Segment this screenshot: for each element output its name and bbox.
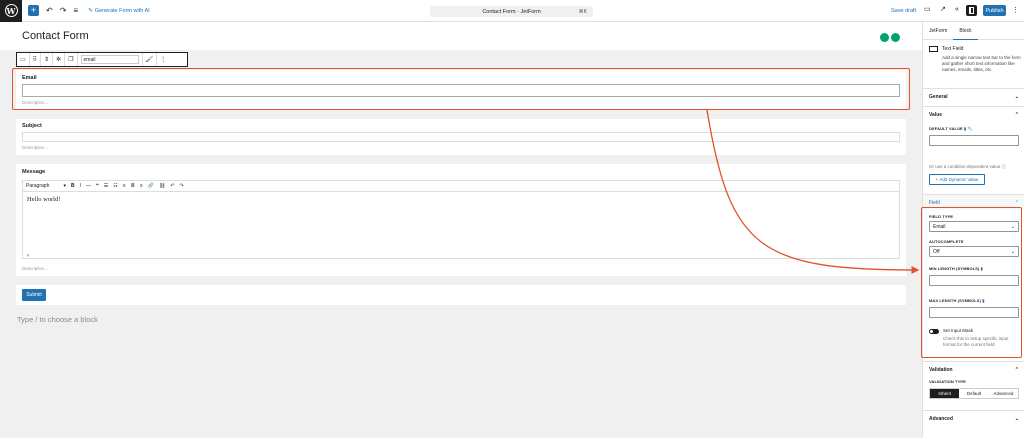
validation-type-segmented: Inherit Default Advanced [929, 388, 1019, 399]
numbered-list-icon[interactable]: ☷ [113, 183, 117, 189]
panel-value[interactable]: Value ⌃ [923, 106, 1024, 122]
email-highlight-box [12, 68, 910, 110]
undo-icon[interactable]: ↶ [46, 6, 53, 15]
document-title-bar[interactable]: Contact Form · JetForm ⌘K [430, 6, 593, 17]
panel-general[interactable]: General ⌄ [923, 88, 1024, 104]
save-draft-button[interactable]: Save draft [891, 8, 916, 14]
default-value-input[interactable] [929, 135, 1019, 146]
bullet-list-icon[interactable]: ☰ [104, 183, 108, 189]
block-toolbar: ▭ ⠿ ⇕ ✲ ❐ email 🖌 ⋮ [16, 52, 188, 67]
settings-toggle-button[interactable] [966, 5, 977, 16]
subject-description[interactable]: Description... [22, 145, 48, 150]
bold-icon[interactable]: B [71, 183, 75, 189]
move-updown-icon[interactable]: ⇕ [41, 53, 54, 66]
help-icon[interactable]: ⓘ [1002, 164, 1007, 169]
undo-editor-icon[interactable]: ↶ [170, 183, 174, 189]
page-header: Contact Form [0, 22, 922, 50]
chevron-up-icon: ⌃ [1014, 199, 1019, 206]
panel-advanced[interactable]: Advanced ⌄ [923, 410, 1024, 426]
publish-button[interactable]: Publish [983, 5, 1006, 16]
validation-inherit[interactable]: Inherit [930, 389, 960, 398]
block-description: Add a single narrow text bar to the form… [942, 55, 1021, 72]
drag-handle-icon[interactable]: ⠿ [30, 53, 42, 66]
unlink-icon[interactable]: ⛓ [159, 183, 165, 189]
block-type-icon[interactable]: ▭ [17, 53, 30, 66]
generate-form-ai-button[interactable]: ✎ Generate Form with AI [88, 8, 150, 14]
editor-status-path: p [27, 252, 30, 257]
jetform-icon[interactable] [891, 33, 900, 42]
toolbar-more-icon[interactable]: ⋮ [157, 53, 169, 66]
align-left-icon[interactable]: ≡ [123, 183, 126, 189]
message-description[interactable]: Description... [22, 266, 48, 271]
location-icon[interactable] [880, 33, 889, 42]
top-toolbar: W + ↶ ↷ ≡ ✎ Generate Form with AI Contac… [0, 0, 1024, 22]
quote-icon[interactable]: ❝ [96, 183, 99, 189]
tab-jetform[interactable]: JetForm [923, 22, 953, 40]
tab-block[interactable]: Block [953, 22, 978, 40]
message-editor-area[interactable]: Hello world! p [22, 191, 900, 259]
italic-icon[interactable]: I [80, 183, 81, 189]
rich-text-toolbar: Paragraph ▾ B I — ❝ ☰ ☷ ≡ ≣ ≡ 🔗 ⛓ ↶ ↷ [22, 180, 900, 191]
validation-advanced[interactable]: Advanced [989, 389, 1018, 398]
subject-field-block[interactable]: Subject Description... [16, 119, 906, 155]
block-title: Text Field [942, 46, 964, 52]
sidebar-tabs: JetForm Block [923, 22, 1024, 40]
double-chevron-icon[interactable]: « [955, 6, 959, 13]
chevron-down-icon: ⌄ [1014, 415, 1019, 422]
validation-default[interactable]: Default [959, 389, 988, 398]
submit-button[interactable]: Submit [22, 289, 46, 301]
field-name-input[interactable]: email [80, 55, 139, 64]
command-shortcut: ⌘K [578, 8, 587, 15]
chevron-up-icon: ⌃ [1014, 366, 1019, 373]
generate-form-ai-label: Generate Form with AI [94, 7, 150, 14]
header-status-icons [880, 33, 900, 42]
document-title: Contact Form · JetForm [482, 8, 541, 15]
redo-editor-icon[interactable]: ↷ [180, 183, 184, 189]
external-link-icon[interactable]: ↗ [940, 6, 946, 13]
settings-gear-icon[interactable]: ✲ [53, 53, 66, 66]
message-content[interactable]: Hello world! [27, 196, 60, 203]
redo-icon[interactable]: ↷ [60, 6, 67, 15]
page-title[interactable]: Contact Form [22, 30, 89, 42]
message-field-block[interactable]: Message Paragraph ▾ B I — ❝ ☰ ☷ ≡ ≣ ≡ 🔗 ⛓… [16, 164, 906, 276]
subject-label: Subject [22, 123, 42, 129]
text-field-icon [929, 46, 938, 52]
copy-icon[interactable]: ❐ [65, 53, 78, 66]
view-icon[interactable]: ▭ [924, 6, 931, 13]
strikethrough-icon[interactable]: — [86, 183, 91, 189]
link-icon[interactable]: 🔗 [148, 183, 154, 189]
brush-icon[interactable]: 🖌 [141, 53, 158, 66]
wrench-icon[interactable]: 🔧 [968, 126, 973, 131]
wand-icon: ✎ [88, 7, 93, 14]
default-value-label: DEFAULT VALUE ▮ 🔧 [929, 126, 973, 131]
add-block-button[interactable]: + [28, 5, 39, 16]
database-icon[interactable]: ▮ [964, 126, 966, 131]
condition-hint: Or use a condition-dependent value ⓘ [929, 164, 1007, 169]
add-dynamic-value-button[interactable]: + Add Dynamic Value [929, 174, 985, 185]
align-right-icon[interactable]: ≡ [140, 183, 143, 189]
submit-block: Submit [16, 285, 906, 305]
chevron-up-icon: ⌃ [1014, 111, 1019, 118]
message-label: Message [22, 169, 46, 175]
paragraph-dropdown[interactable]: Paragraph ▾ [26, 183, 66, 189]
validation-type-label: VALIDATION TYPE [929, 379, 966, 384]
list-view-icon[interactable]: ≡ [73, 6, 78, 15]
chevron-down-icon: ⌄ [1014, 93, 1019, 100]
align-center-icon[interactable]: ≣ [131, 183, 135, 189]
panel-validation[interactable]: Validation ⌃ [923, 361, 1024, 377]
block-inserter-placeholder[interactable]: Type / to choose a block [17, 315, 98, 324]
field-settings-highlight-box [921, 207, 1022, 358]
wordpress-logo-icon[interactable]: W [0, 0, 22, 22]
more-options-icon[interactable]: ⋮ [1012, 6, 1019, 14]
subject-input[interactable] [22, 132, 900, 142]
